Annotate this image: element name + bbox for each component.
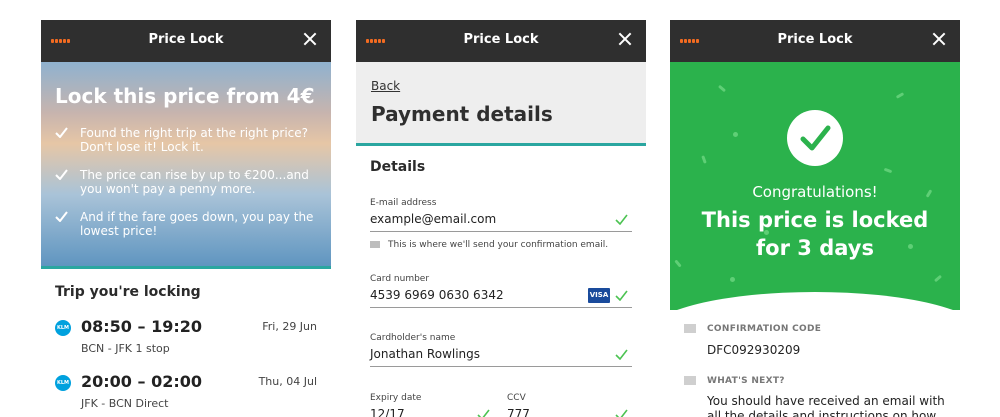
close-icon[interactable] (303, 32, 317, 46)
cardholder-label: Cardholder's name (370, 333, 456, 343)
valid-check-icon (615, 290, 628, 301)
expiry-field[interactable]: Expiry date 12/17 (370, 393, 494, 417)
ccv-field[interactable]: CCV 777 (507, 393, 632, 417)
success-check-icon (787, 110, 843, 166)
check-icon (55, 169, 68, 180)
next-text: You should have received an email with (707, 394, 945, 408)
confetti (674, 259, 682, 268)
trip-route: JFK - BCN Direct (81, 397, 169, 410)
confetti (883, 167, 893, 174)
airline-logo-icon: KLM (55, 375, 71, 391)
code-value: DFC092930209 (707, 343, 801, 357)
locked-duration: for 3 days (756, 236, 874, 260)
trip-route: BCN - JFK 1 stop (81, 342, 170, 355)
benefit-text: And if the fare goes down, you pay the l… (80, 210, 314, 238)
benefit-item: And if the fare goes down, you pay the l… (55, 210, 325, 238)
valid-check-icon (615, 409, 628, 417)
next-text: all the details and instructions on how (707, 409, 937, 417)
section-title: Details (370, 159, 426, 175)
trip-date: Thu, 04 Jul (258, 375, 317, 388)
field-underline (370, 307, 632, 308)
screen-title: Price Lock (463, 32, 539, 47)
email-label: E-mail address (370, 198, 437, 208)
email-input[interactable]: example@email.com (370, 212, 496, 226)
cardholder-input[interactable]: Jonathan Rowlings (370, 347, 480, 361)
top-bar: Price Lock (356, 20, 646, 62)
divider (356, 143, 646, 146)
trip-times: 08:50 – 19:20 (81, 317, 202, 336)
email-hint: This is where we'll send your confirmati… (370, 240, 608, 250)
expiry-input[interactable]: 12/17 (370, 407, 405, 417)
visa-icon: VISA (588, 288, 610, 303)
email-hint-text: This is where we'll send your confirmati… (388, 240, 609, 250)
airline-logo-icon: KLM (55, 320, 71, 336)
confetti-dot (733, 132, 738, 137)
card-number-field[interactable]: Card number 4539 6969 0630 6342 VISA (370, 274, 632, 310)
valid-check-icon (477, 409, 490, 417)
trip-times: 20:00 – 02:00 (81, 372, 202, 391)
top-bar: Price Lock (41, 20, 331, 62)
cardholder-field[interactable]: Cardholder's name Jonathan Rowlings (370, 333, 632, 369)
valid-check-icon (615, 349, 628, 360)
benefit-text: Found the right trip at the right price?… (80, 126, 309, 154)
hero-heading: Lock this price from 4€ (55, 84, 315, 108)
confirmation-screen: Price Lock Congratulations! This price i… (670, 20, 960, 417)
confetti-dot (730, 277, 735, 282)
trip-row[interactable]: KLM 20:00 – 02:00 Thu, 04 Jul JFK - BCN … (55, 372, 317, 416)
divider (41, 266, 331, 269)
benefit-text: The price can rise by up to €200...and y… (80, 168, 309, 196)
locked-message: This price is locked (701, 208, 929, 232)
confetti (895, 92, 905, 99)
section-title: Trip you're locking (55, 284, 201, 300)
mail-icon (684, 376, 696, 385)
close-icon[interactable] (618, 32, 632, 46)
top-bar: Price Lock (670, 20, 960, 62)
ccv-input[interactable]: 777 (507, 407, 530, 417)
screen-title: Price Lock (148, 32, 224, 47)
trip-date: Fri, 29 Jun (262, 320, 317, 333)
next-label: WHAT'S NEXT? (707, 376, 785, 386)
email-field[interactable]: E-mail address example@email.com (370, 198, 632, 234)
back-link[interactable]: Back (371, 79, 400, 93)
screen-title: Price Lock (777, 32, 853, 47)
benefit-item: Found the right trip at the right price?… (55, 126, 325, 154)
check-icon (55, 211, 68, 222)
confetti (717, 84, 727, 93)
card-number-input[interactable]: 4539 6969 0630 6342 (370, 288, 504, 302)
page-header: Back Payment details (356, 62, 646, 143)
card-number-label: Card number (370, 274, 430, 284)
close-icon[interactable] (932, 32, 946, 46)
trip-row[interactable]: KLM 08:50 – 19:20 Fri, 29 Jun BCN - JFK … (55, 317, 317, 361)
check-icon (55, 127, 68, 138)
mail-icon (370, 241, 380, 248)
field-underline (370, 366, 632, 367)
payment-details-screen: Price Lock Back Payment details Details … (356, 20, 646, 417)
ccv-label: CCV (507, 393, 526, 403)
field-underline (370, 231, 632, 232)
code-label: CONFIRMATION CODE (707, 324, 822, 334)
ticket-icon (684, 324, 696, 333)
confetti (933, 274, 943, 283)
price-lock-intro-screen: Price Lock Lock this price from 4€ Found… (41, 20, 331, 417)
hero-banner: Lock this price from 4€ Found the right … (41, 62, 331, 266)
page-title: Payment details (371, 102, 553, 126)
congrats-text: Congratulations! (752, 183, 878, 201)
valid-check-icon (615, 214, 628, 225)
confetti (701, 155, 707, 164)
expiry-label: Expiry date (370, 393, 422, 403)
benefit-item: The price can rise by up to €200...and y… (55, 168, 325, 196)
